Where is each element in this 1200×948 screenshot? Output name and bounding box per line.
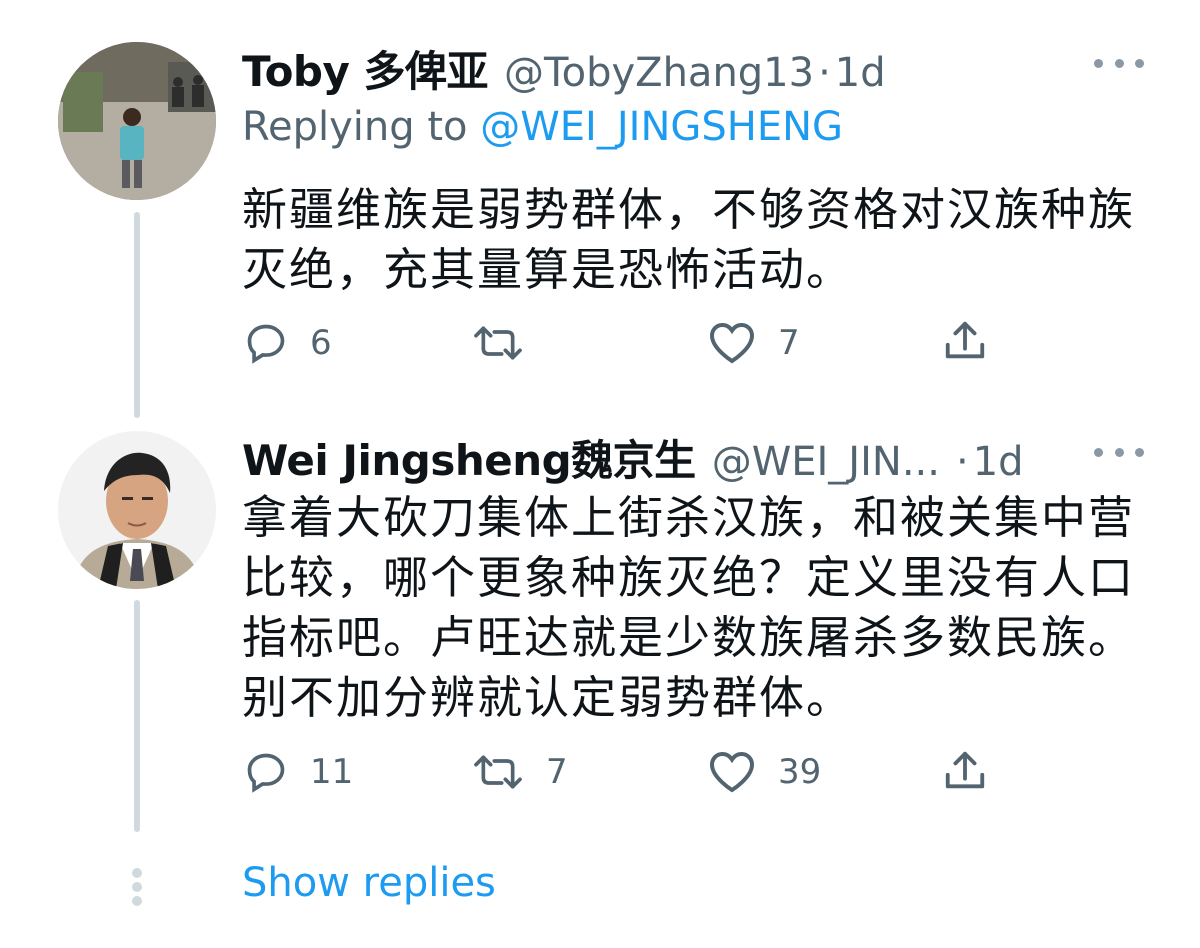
- timestamp[interactable]: 1d: [835, 50, 886, 96]
- retweet-button[interactable]: [472, 321, 546, 365]
- thread-dot: [132, 896, 142, 906]
- user-handle[interactable]: @TobyZhang13: [504, 50, 814, 96]
- tweet-thread: Toby 多俾亚 @TobyZhang13 · 1d Replying to @…: [0, 0, 1200, 948]
- separator: ·: [955, 439, 969, 485]
- display-name[interactable]: Toby 多俾亚: [242, 38, 489, 99]
- more-icon[interactable]: [1094, 48, 1144, 78]
- more-icon[interactable]: [1094, 437, 1144, 467]
- retweet-icon: [474, 755, 522, 789]
- share-button[interactable]: [942, 318, 988, 364]
- replying-to-label: Replying to: [242, 104, 468, 150]
- like-count: 7: [778, 323, 800, 363]
- reply-button[interactable]: 6: [244, 321, 332, 365]
- reply-icon: [247, 324, 285, 364]
- like-button[interactable]: 39: [708, 750, 821, 794]
- retweet-button[interactable]: 7: [472, 750, 568, 794]
- reply-count: 11: [310, 752, 354, 792]
- tweet-header: Wei Jingsheng魏京生 @WEI_JIN... · 1d: [242, 427, 1024, 487]
- thread-line: [134, 212, 140, 418]
- reply-count: 6: [310, 323, 332, 363]
- thread-line: [134, 600, 140, 832]
- like-button[interactable]: 7: [708, 321, 800, 365]
- share-icon: [945, 751, 985, 789]
- display-name[interactable]: Wei Jingsheng魏京生: [242, 427, 696, 488]
- retweet-count: 7: [546, 752, 568, 792]
- retweet-icon: [474, 326, 522, 360]
- replying-to-handle-link[interactable]: @WEI_JINGSHENG: [480, 104, 843, 150]
- thread-dot: [132, 868, 142, 878]
- reply-icon: [247, 753, 285, 793]
- user-handle[interactable]: @WEI_JIN...: [712, 439, 940, 485]
- tweet-text: 拿着大砍刀集体上街杀汉族，和被关集中营比较，哪个更象种族灭绝？定义里没有人口指标…: [242, 491, 1136, 724]
- share-icon: [945, 321, 985, 359]
- timestamp[interactable]: 1d: [973, 439, 1024, 485]
- like-icon: [709, 751, 755, 793]
- like-icon: [709, 322, 755, 364]
- tweet-text: 新疆维族是弱势群体，不够资格对汉族种族灭绝，充其量算是恐怖活动。: [242, 183, 1136, 296]
- thread-dot: [132, 882, 142, 892]
- reply-button[interactable]: 11: [244, 750, 353, 794]
- share-button[interactable]: [942, 748, 988, 794]
- show-replies-link[interactable]: Show replies: [242, 860, 496, 906]
- tweet-header: Toby 多俾亚 @TobyZhang13 · 1d: [242, 38, 886, 98]
- like-count: 39: [778, 752, 822, 792]
- separator: ·: [818, 50, 831, 96]
- avatar-toby[interactable]: [58, 42, 216, 200]
- replying-to: Replying to @WEI_JINGSHENG: [242, 104, 843, 150]
- avatar-wei[interactable]: [58, 431, 216, 589]
